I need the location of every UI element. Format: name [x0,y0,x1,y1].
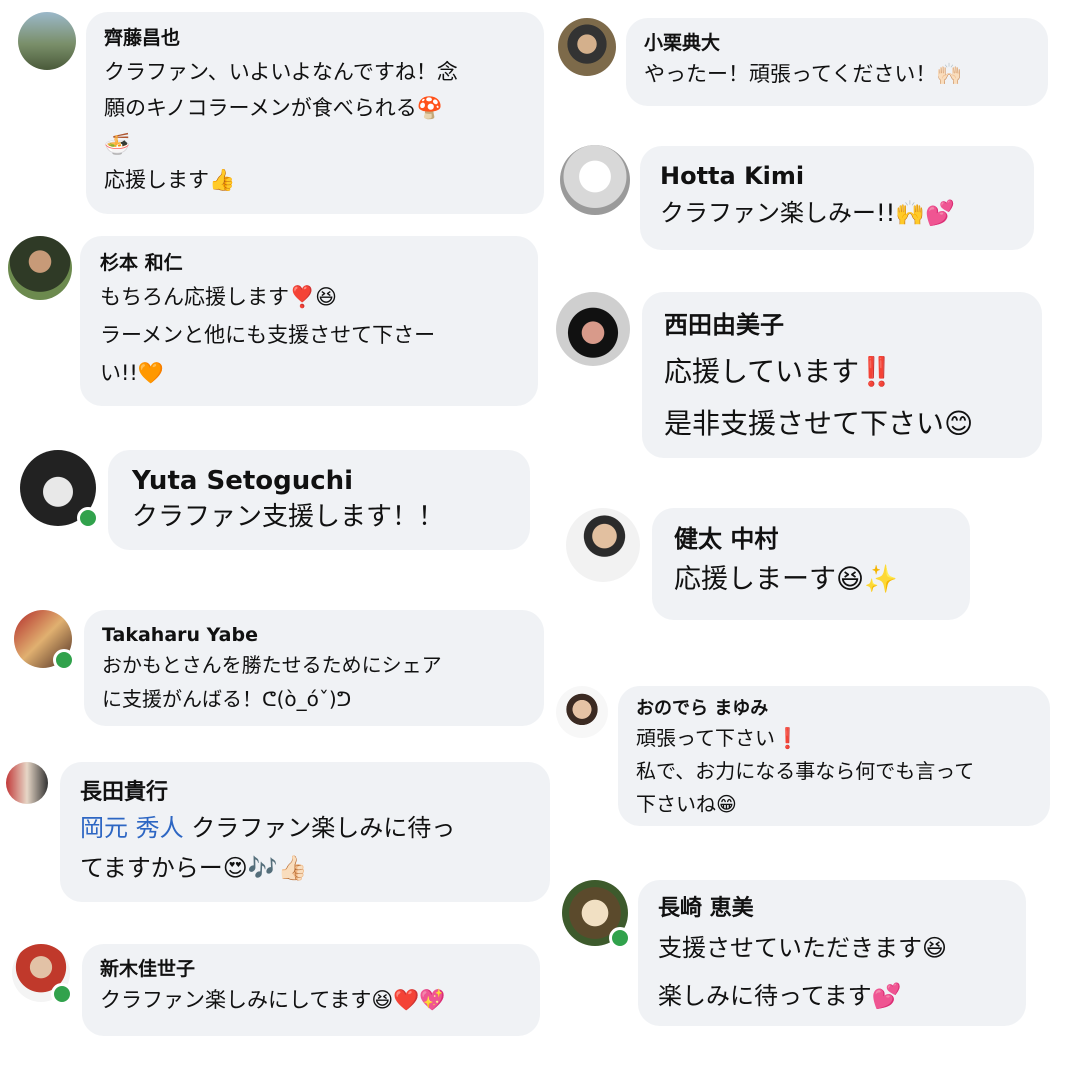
comment-text: クラファン楽しみに待っ [183,814,456,842]
comment-line: クラファン楽しみにしてます😆❤️💖 [100,988,446,1012]
comment-line: 支援させていただきます😆 [658,934,948,962]
commenter-name[interactable]: 齊藤昌也 [104,26,544,50]
comment-line: クラファン楽しみー!!🙌💕 [660,199,956,227]
comment-bubble: Hotta Kimi クラファン楽しみー!!🙌💕 [640,146,1034,250]
commenter-name[interactable]: 新木佳世子 [100,956,540,982]
comment-bubble: 新木佳世子 クラファン楽しみにしてます😆❤️💖 [82,944,540,1036]
online-status-dot [53,649,75,671]
comment-line: 願のキノコラーメンが食べられる🍄 [104,96,443,120]
comment-line: クラファン支援します！！ [132,502,445,532]
commenter-name[interactable]: 長田貴行 [80,778,550,808]
comment-line: おかもとさんを勝たせるためにシェア [102,653,442,677]
online-status-dot [609,927,631,949]
mention-link[interactable]: 岡元 秀人 [80,814,184,842]
comment-line: てますからー😍🎶👍🏻 [80,854,308,882]
avatar[interactable] [6,762,48,804]
avatar[interactable] [14,610,75,671]
commenter-name[interactable]: 健太 中村 [674,522,970,556]
comment-bubble: 杉本 和仁 もちろん応援します❣️😆 ラーメンと他にも支援させて下さー い!!🧡 [80,236,538,406]
comment-bubble: 健太 中村 応援しまーす😆✨ [652,508,970,620]
comment-line: 下さいね😁 [636,792,737,816]
commenter-name[interactable]: 長崎 恵美 [658,894,1026,924]
commenter-name[interactable]: 西田由美子 [664,308,1042,342]
comment-bubble: 小栗典大 やったー！頑張ってください！🙌🏻 [626,18,1048,106]
online-status-dot [77,507,99,529]
avatar[interactable] [556,686,608,738]
avatar[interactable] [20,450,99,529]
comment-bubble: 長田貴行 岡元 秀人 クラファン楽しみに待っ てますからー😍🎶👍🏻 [60,762,550,902]
commenter-name[interactable]: 杉本 和仁 [100,250,538,276]
online-status-dot [51,983,73,1005]
comment-bubble: Takaharu Yabe おかもとさんを勝たせるためにシェア に支援がんばる！… [84,610,544,726]
comment-line: に支援がんばる！ᕦ(ò_óˇ)ᕤ [102,687,352,711]
commenter-name[interactable]: 小栗典大 [644,30,1048,56]
comment-line: 楽しみに待ってます💕 [658,982,902,1010]
comment-line: ラーメンと他にも支援させて下さー [100,323,436,347]
commenter-name[interactable]: Hotta Kimi [660,160,1034,192]
comment-line: 岡元 秀人 クラファン楽しみに待っ [80,808,550,848]
comment-line: 応援しています‼️ [664,355,895,388]
comment-line: 頑張って下さい❗️ [636,726,800,750]
comment-line: 応援します👍 [104,168,236,192]
comment-line: い!!🧡 [100,361,164,385]
comment-line: もちろん応援します❣️😆 [100,285,338,309]
avatar[interactable] [566,508,640,582]
comment-line: やったー！頑張ってください！🙌🏻 [644,62,963,86]
comment-bubble: 長崎 恵美 支援させていただきます😆 楽しみに待ってます💕 [638,880,1026,1026]
commenter-name[interactable]: おのでら まゆみ [636,696,1050,722]
comment-line: 応援しまーす😆✨ [674,564,898,595]
comment-line: クラファン、いよいよなんですね！念 [104,60,458,84]
avatar[interactable] [18,12,76,70]
avatar[interactable] [558,18,616,76]
commenter-name[interactable]: Takaharu Yabe [102,622,544,648]
comment-line: 是非支援させて下さい😊 [664,407,974,440]
comment-bubble: おのでら まゆみ 頑張って下さい❗️ 私で、お力になる事なら何でも言って 下さい… [618,686,1050,826]
comment-bubble: 西田由美子 応援しています‼️ 是非支援させて下さい😊 [642,292,1042,458]
avatar[interactable] [556,292,630,366]
comment-bubble: Yuta Setoguchi クラファン支援します！！ [108,450,530,550]
comment-bubble: 齊藤昌也 クラファン、いよいよなんですね！念 願のキノコラーメンが食べられる🍄 … [86,12,544,214]
avatar[interactable] [562,880,631,949]
avatar[interactable] [12,944,73,1005]
avatar[interactable] [560,145,630,215]
commenter-name[interactable]: Yuta Setoguchi [132,464,530,498]
comment-line: 🍜 [104,132,131,156]
avatar[interactable] [8,236,72,300]
comment-line: 私で、お力になる事なら何でも言って [636,759,975,783]
